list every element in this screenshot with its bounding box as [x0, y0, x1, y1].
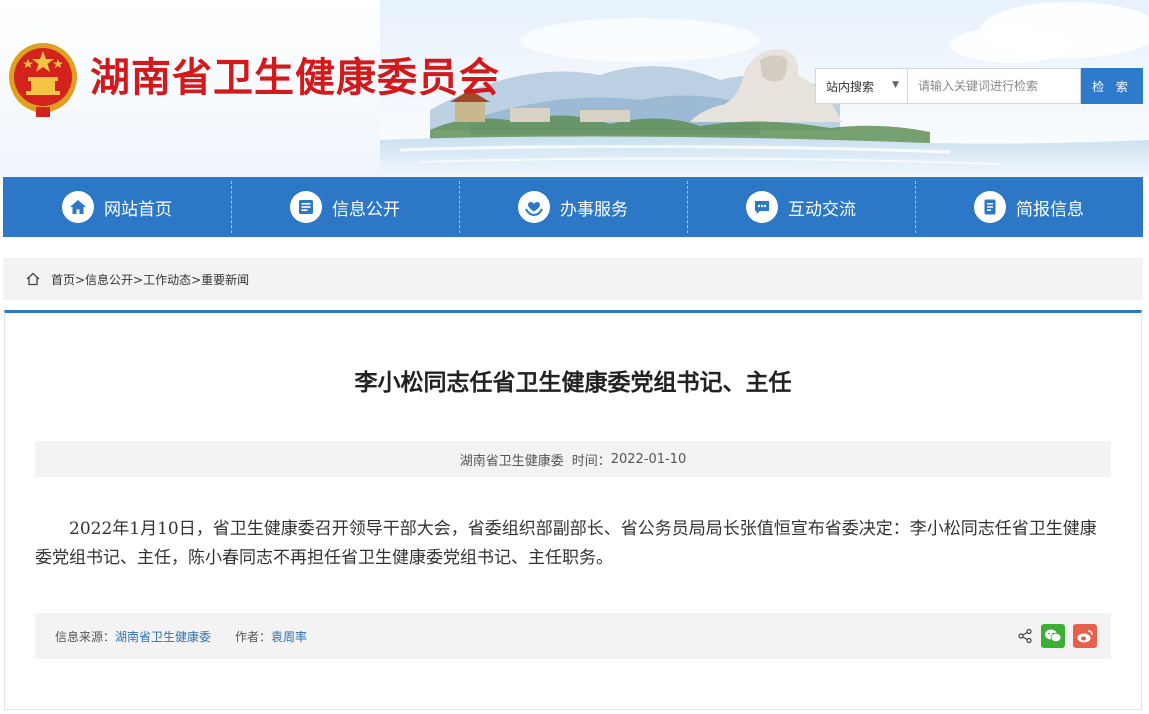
article-time-label: 时间：: [571, 453, 611, 469]
nav-item-info-disclosure[interactable]: 信息公开: [231, 177, 459, 237]
wechat-share-button[interactable]: [1041, 624, 1065, 648]
article-title: 李小松同志任省卫生健康委党组书记、主任: [354, 370, 792, 396]
main-navigation: 网站首页 信息公开 办事服务 互动交流 简报信息: [3, 177, 1143, 237]
breadcrumb-trail[interactable]: 首页>信息公开>工作动态>重要新闻: [51, 271, 249, 288]
author-label: 作者：: [235, 629, 272, 644]
heart-hands-icon: [518, 191, 550, 223]
share-icon[interactable]: [1017, 628, 1033, 644]
chat-icon: [746, 191, 778, 223]
site-search: 站内搜索 ▼ 检 索: [815, 68, 1143, 104]
breadcrumb: 首页>信息公开>工作动态>重要新闻: [3, 258, 1143, 300]
nav-item-label: 信息公开: [332, 199, 400, 220]
source-label: 信息来源：: [55, 629, 116, 644]
nav-item-home[interactable]: 网站首页: [3, 177, 231, 237]
site-title: 湖南省卫生健康委员会: [90, 55, 500, 101]
weibo-icon: [1073, 624, 1097, 648]
nav-item-services[interactable]: 办事服务: [459, 177, 687, 237]
nav-item-label: 简报信息: [1016, 199, 1084, 220]
search-scope-label: 站内搜索: [826, 79, 875, 94]
nav-item-label: 办事服务: [560, 199, 628, 220]
national-emblem-logo: [9, 43, 77, 117]
nav-item-interaction[interactable]: 互动交流: [687, 177, 915, 237]
article-footer: 信息来源： 湖南省卫生健康委 作者： 袁周率: [35, 613, 1111, 659]
document-list-icon: [290, 191, 322, 223]
article-body: 2022年1月10日，省卫生健康委召开领导干部大会，省委组织部副部长、省公务员局…: [35, 519, 1097, 568]
report-icon: [974, 191, 1006, 223]
article-time: 2022-01-10: [610, 451, 687, 467]
article-meta: 湖南省卫生健康委 时间： 2022-01-10: [35, 441, 1111, 477]
nav-item-briefing[interactable]: 简报信息: [915, 177, 1143, 237]
home-icon: [62, 191, 94, 223]
wechat-icon: [1041, 624, 1065, 648]
search-input[interactable]: [907, 68, 1081, 104]
weibo-share-button[interactable]: [1073, 624, 1097, 648]
home-outline-icon[interactable]: [25, 271, 41, 287]
header-banner: 湖南省卫生健康委员会 站内搜索 ▼ 检 索: [0, 0, 1149, 178]
nav-item-label: 互动交流: [788, 199, 856, 220]
article-source: 湖南省卫生健康委: [459, 453, 564, 469]
chevron-down-icon: ▼: [892, 80, 899, 90]
search-button[interactable]: 检 索: [1081, 68, 1143, 104]
nav-item-label: 网站首页: [104, 199, 172, 220]
article-panel: 李小松同志任省卫生健康委党组书记、主任 湖南省卫生健康委 时间： 2022-01…: [4, 310, 1142, 710]
author-value: 袁周率: [271, 629, 308, 644]
share-bar: [1009, 624, 1097, 648]
source-link[interactable]: 湖南省卫生健康委: [115, 628, 211, 645]
search-scope-select[interactable]: 站内搜索 ▼: [815, 68, 907, 104]
